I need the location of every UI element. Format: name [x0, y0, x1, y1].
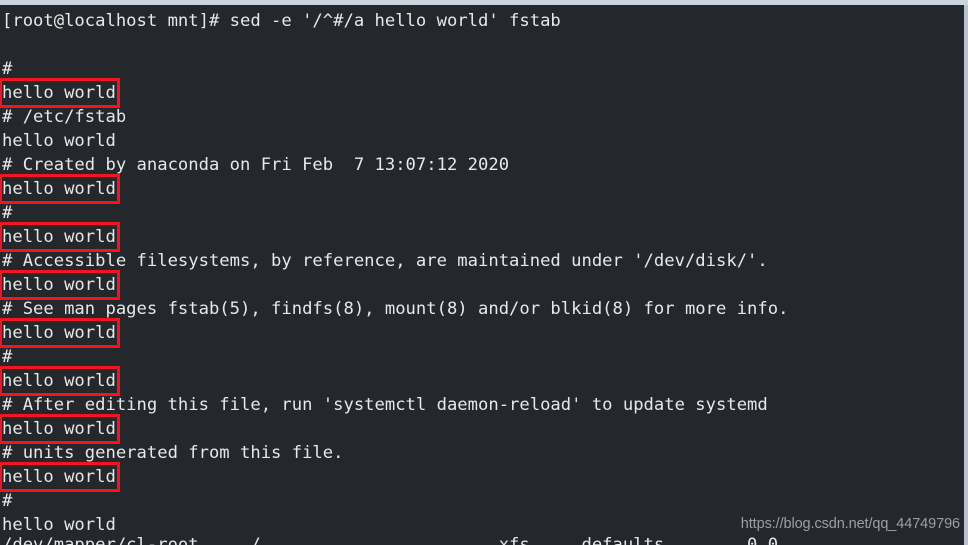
terminal-window: [root@localhost mnt]# sed -e '/^#/a hell… — [0, 0, 968, 545]
terminal-line-text: hello world — [2, 83, 116, 103]
terminal-line-clipped: /dev/mapper/cl-root / xfs defaults 0 0 — [2, 533, 942, 545]
terminal-line-text: hello world — [2, 275, 116, 295]
terminal-line-text: hello world — [2, 419, 116, 439]
terminal-line-text: [root@localhost mnt]# sed -e '/^#/a hell… — [2, 11, 561, 31]
terminal-line-text: # Accessible filesystems, by reference, … — [2, 251, 768, 271]
terminal-line-highlighted: hello world — [2, 81, 964, 105]
terminal-line-text: hello world — [2, 179, 116, 199]
terminal-line-highlighted: hello world — [2, 465, 964, 489]
terminal-line-text: /dev/mapper/cl-root / xfs defaults 0 0 — [2, 535, 779, 545]
terminal-line-text: # /etc/fstab — [2, 107, 127, 127]
window-right-strip — [964, 5, 968, 545]
terminal-line-text: # units generated from this file. — [2, 443, 344, 463]
terminal-line-text: # Created by anaconda on Fri Feb 7 13:07… — [2, 155, 510, 175]
terminal-line-highlighted: hello world — [2, 321, 964, 345]
terminal-line-comment: # — [2, 201, 964, 225]
terminal-line-comment: # — [2, 345, 964, 369]
terminal-line-output: hello world — [2, 129, 964, 153]
watermark-url: https://blog.csdn.net/qq_44749796 — [740, 516, 960, 532]
terminal-line-comment: # See man pages fstab(5), findfs(8), mou… — [2, 297, 964, 321]
terminal-output-area[interactable]: [root@localhost mnt]# sed -e '/^#/a hell… — [0, 5, 964, 545]
terminal-line-highlighted: hello world — [2, 177, 964, 201]
terminal-line-text: # — [2, 491, 13, 511]
terminal-line-text: # — [2, 347, 13, 367]
terminal-line-text: hello world — [2, 227, 116, 247]
terminal-line-text: # After editing this file, run 'systemct… — [2, 395, 768, 415]
terminal-line-comment: # units generated from this file. — [2, 441, 964, 465]
terminal-line-text: hello world — [2, 515, 116, 535]
terminal-line-text: # — [2, 59, 13, 79]
terminal-line-comment: # Created by anaconda on Fri Feb 7 13:07… — [2, 153, 964, 177]
terminal-line-text: # — [2, 203, 13, 223]
terminal-line-highlighted: hello world — [2, 273, 964, 297]
terminal-line-highlighted: hello world — [2, 417, 964, 441]
terminal-line-text: hello world — [2, 131, 116, 151]
terminal-line-text: hello world — [2, 323, 116, 343]
terminal-line-prompt: [root@localhost mnt]# sed -e '/^#/a hell… — [2, 9, 964, 33]
terminal-line-comment: # After editing this file, run 'systemct… — [2, 393, 964, 417]
terminal-line-highlighted: hello world — [2, 225, 964, 249]
terminal-line-text: # See man pages fstab(5), findfs(8), mou… — [2, 299, 789, 319]
terminal-line-comment: # — [2, 57, 964, 81]
terminal-line-comment: # — [2, 489, 964, 513]
terminal-line-text: hello world — [2, 467, 116, 487]
terminal-line-highlighted: hello world — [2, 369, 964, 393]
terminal-line-comment: # Accessible filesystems, by reference, … — [2, 249, 964, 273]
terminal-line-comment: # /etc/fstab — [2, 105, 964, 129]
terminal-line-text: hello world — [2, 371, 116, 391]
